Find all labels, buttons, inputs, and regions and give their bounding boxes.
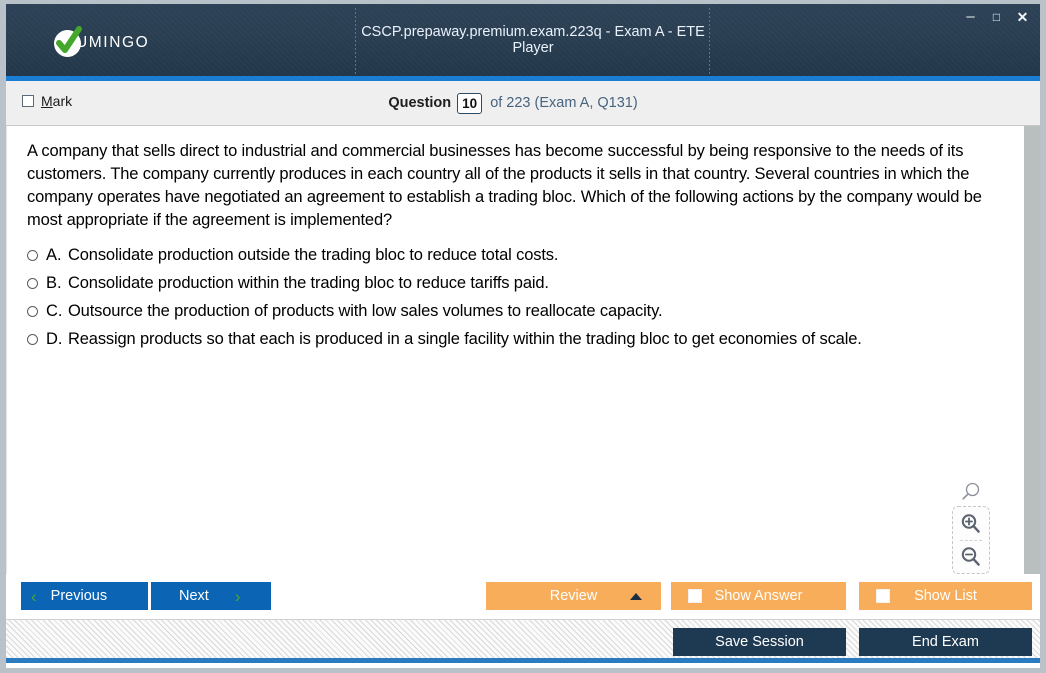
- review-button-label: Review: [549, 588, 598, 604]
- question-total-label: of 223 (Exam A, Q131): [490, 95, 638, 111]
- next-button[interactable]: Next ›: [151, 582, 271, 610]
- show-list-checkbox[interactable]: [876, 589, 890, 603]
- question-word-label: Question: [388, 95, 452, 111]
- action-bar: ‹ Previous Next › Review Show Answer Sho…: [6, 574, 1040, 619]
- option-text-d: Reassign products so that each is produc…: [68, 330, 862, 348]
- radio-button-a[interactable]: [27, 250, 38, 261]
- question-number-input[interactable]: 10: [457, 92, 483, 114]
- mark-checkbox[interactable]: [22, 95, 34, 107]
- question-text: A company that sells direct to industria…: [27, 142, 982, 229]
- status-bar-accent-line: [6, 658, 1040, 663]
- previous-button-label: Previous: [50, 588, 108, 604]
- show-answer-checkbox[interactable]: [688, 589, 702, 603]
- window-controls: – □ ✕: [963, 9, 1030, 25]
- minimize-icon[interactable]: –: [963, 9, 978, 25]
- vumingo-logo: UMINGO: [54, 25, 150, 60]
- answer-option-d[interactable]: D. Reassign products so that each is pro…: [27, 328, 1012, 350]
- answer-option-c[interactable]: C. Outsource the production of products …: [27, 300, 1012, 322]
- next-button-label: Next: [179, 588, 209, 604]
- zoom-out-icon[interactable]: [960, 546, 982, 568]
- previous-button[interactable]: ‹ Previous: [21, 582, 148, 610]
- chevron-right-icon: ›: [234, 586, 241, 606]
- brand-name: UMINGO: [76, 34, 150, 51]
- save-session-button[interactable]: Save Session: [673, 628, 846, 656]
- show-answer-label: Show Answer: [714, 588, 803, 604]
- option-letter-b: B.: [46, 274, 62, 292]
- radio-button-c[interactable]: [27, 306, 38, 317]
- window-title: CSCP.prepaway.premium.exam.223q - Exam A…: [361, 24, 705, 56]
- zoom-tool-panel: [952, 506, 990, 574]
- mark-label: Mark: [41, 93, 72, 109]
- show-list-button[interactable]: Show List: [859, 582, 1032, 610]
- zoom-in-icon[interactable]: [960, 513, 982, 535]
- question-header-bar: Mark Question 10 of 223 (Exam A, Q131): [6, 81, 1040, 126]
- radio-button-b[interactable]: [27, 278, 38, 289]
- check-circle-icon: [54, 25, 82, 57]
- option-text-a: Consolidate production outside the tradi…: [68, 246, 559, 264]
- end-exam-button[interactable]: End Exam: [859, 628, 1032, 656]
- option-text-c: Outsource the production of products wit…: [68, 302, 663, 320]
- maximize-icon[interactable]: □: [989, 10, 1004, 25]
- question-counter: Question 10 of 223 (Exam A, Q131): [6, 81, 1040, 125]
- title-bar: UMINGO CSCP.prepaway.premium.exam.223q -…: [6, 4, 1040, 76]
- answer-options-list: A. Consolidate production outside the tr…: [27, 244, 1012, 356]
- magnifier-icon[interactable]: [960, 481, 982, 503]
- zoom-panel-divider: [960, 539, 982, 541]
- status-bar: Save Session End Exam: [6, 619, 1040, 663]
- option-letter-c: C.: [46, 302, 63, 320]
- show-answer-button[interactable]: Show Answer: [671, 582, 846, 610]
- answer-option-b[interactable]: B. Consolidate production within the tra…: [27, 272, 1012, 294]
- mark-checkbox-group[interactable]: Mark: [22, 93, 72, 109]
- mark-accel: M: [41, 93, 53, 109]
- review-button[interactable]: Review: [486, 582, 661, 610]
- answer-option-a[interactable]: A. Consolidate production outside the tr…: [27, 244, 1012, 266]
- chevron-left-icon: ‹: [31, 586, 37, 606]
- close-icon[interactable]: ✕: [1015, 10, 1030, 25]
- mark-label-rest: ark: [52, 93, 73, 109]
- radio-button-d[interactable]: [27, 334, 38, 345]
- option-letter-a: A.: [46, 246, 62, 264]
- caret-up-icon: [630, 592, 642, 600]
- ete-player-window: UMINGO CSCP.prepaway.premium.exam.223q -…: [0, 0, 1046, 673]
- application-window: UMINGO CSCP.prepaway.premium.exam.223q -…: [6, 4, 1040, 668]
- option-letter-d: D.: [46, 330, 63, 348]
- question-content-area: A company that sells direct to industria…: [6, 126, 1040, 574]
- option-text-b: Consolidate production within the tradin…: [68, 274, 549, 292]
- show-list-label: Show List: [914, 588, 977, 604]
